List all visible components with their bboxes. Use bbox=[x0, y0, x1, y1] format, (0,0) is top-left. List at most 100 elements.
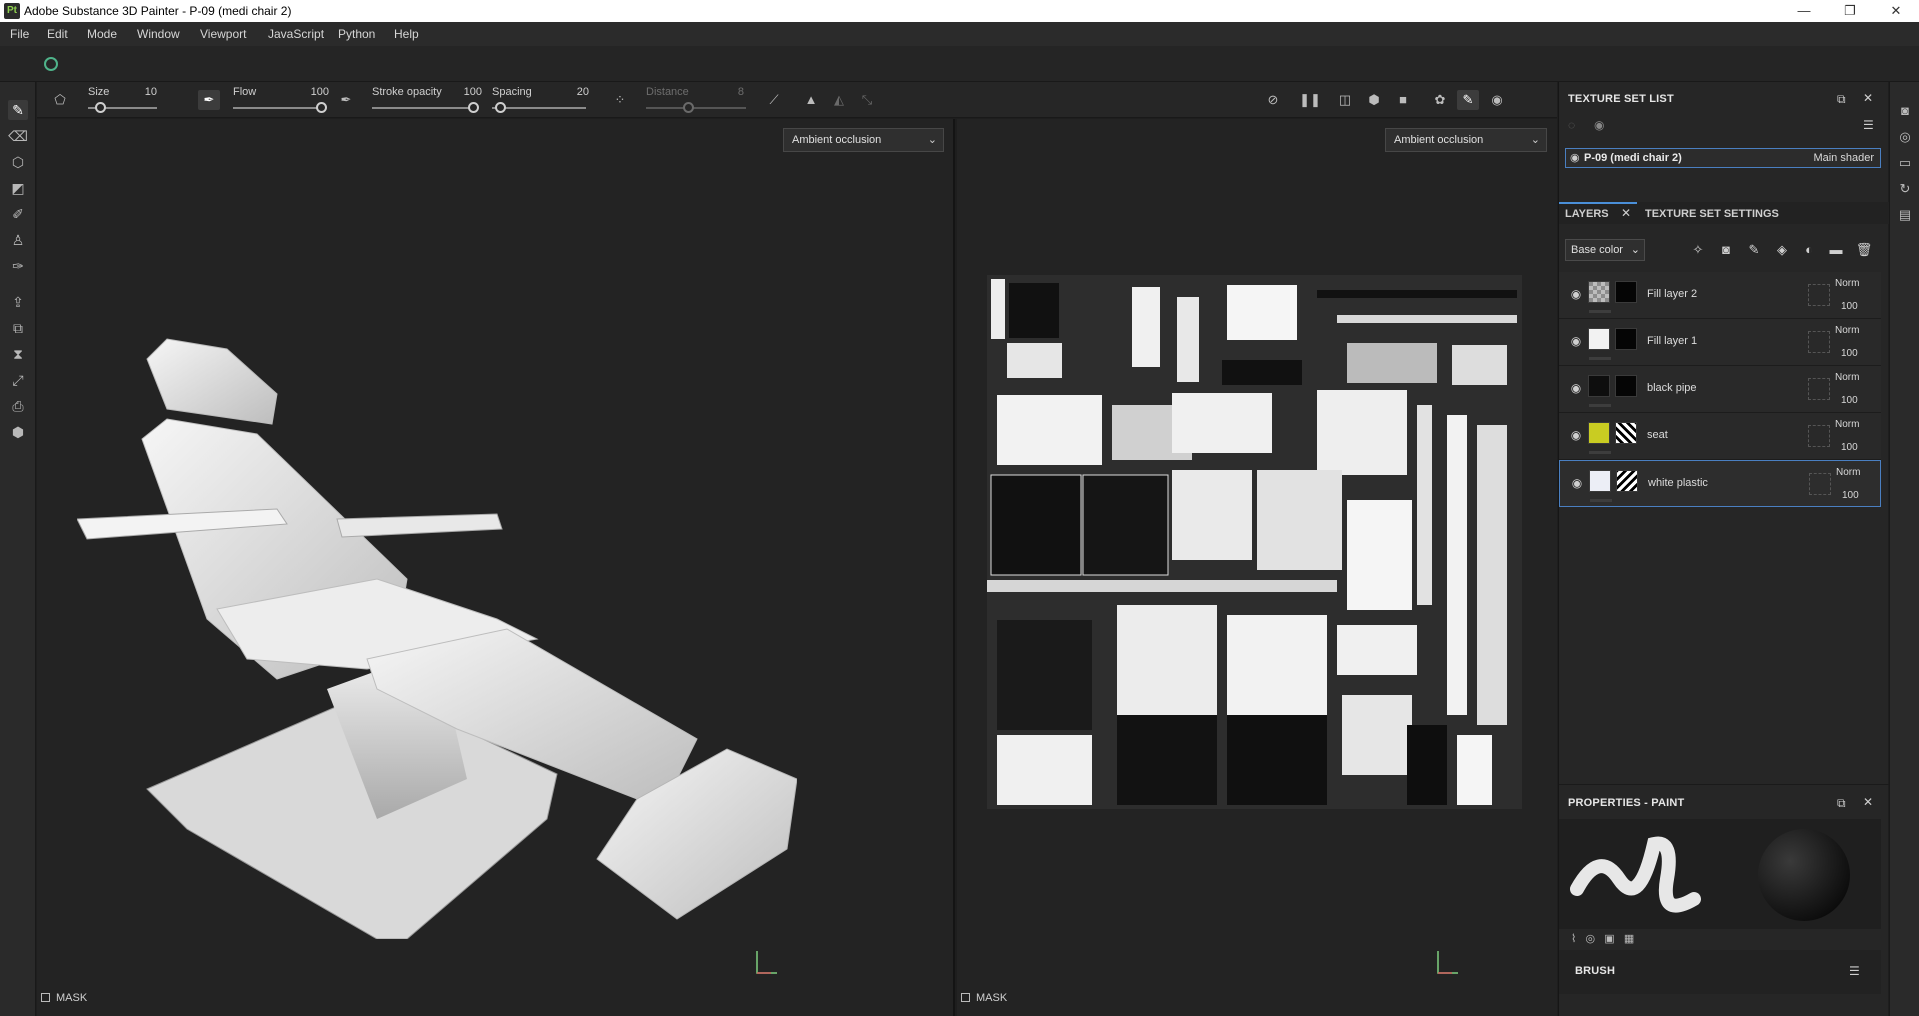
menu-window[interactable]: Window bbox=[137, 27, 180, 41]
add-fill-layer-icon[interactable]: ◈ bbox=[1773, 241, 1791, 259]
bake-icon[interactable]: ⧉ bbox=[8, 318, 28, 338]
add-smart-material-icon[interactable]: ◐ bbox=[1800, 241, 1818, 259]
color-picker-tool-icon[interactable]: ✑ bbox=[8, 256, 28, 276]
viewport-2d[interactable]: Ambient occlusion ⌄ MASK bbox=[957, 119, 1557, 1016]
hide-ui-icon[interactable]: ⊘ bbox=[1262, 90, 1284, 110]
layer-row[interactable]: ◉ Fill layer 2 Norm 100 bbox=[1559, 272, 1881, 319]
layer-row-selected[interactable]: ◉ white plastic Norm 100 bbox=[1559, 460, 1881, 507]
eye-icon[interactable]: ◉ bbox=[1570, 151, 1580, 164]
cube-icon[interactable]: ⬢ bbox=[8, 422, 28, 442]
layer-visibility-eye-icon[interactable]: ◉ bbox=[1569, 334, 1583, 348]
layer-visibility-eye-icon[interactable]: ◉ bbox=[1569, 381, 1583, 395]
layer-row[interactable]: ◉ seat Norm 100 bbox=[1559, 413, 1881, 460]
transform-icon[interactable]: ⤢ bbox=[8, 370, 28, 390]
layer-opacity[interactable]: 100 bbox=[1841, 442, 1858, 453]
symmetry-icon[interactable]: ▲ bbox=[800, 90, 822, 110]
pause-icon[interactable]: ❚❚ bbox=[1299, 90, 1321, 110]
viewport-2d-mask-toggle[interactable]: MASK bbox=[961, 992, 1007, 1004]
stroke-opacity-slider-handle[interactable] bbox=[468, 102, 479, 113]
tab-texture-set-settings[interactable]: TEXTURE SET SETTINGS bbox=[1645, 208, 1779, 220]
layer-blend-mode[interactable]: Norm bbox=[1835, 325, 1859, 336]
layer-mask-slot[interactable] bbox=[1808, 378, 1830, 400]
distance-slider-track[interactable] bbox=[646, 107, 746, 109]
screenshot-icon[interactable]: ⎙ bbox=[8, 396, 28, 416]
layer-opacity[interactable]: 100 bbox=[1841, 301, 1858, 312]
minimize-button[interactable]: — bbox=[1781, 0, 1827, 22]
stroke-opacity-slider-track[interactable] bbox=[372, 107, 473, 109]
viewport-2d-channel-dropdown[interactable]: Ambient occlusion ⌄ bbox=[1385, 128, 1547, 152]
menu-icon[interactable]: ☰ bbox=[1849, 964, 1860, 978]
close-tab-icon[interactable]: ✕ bbox=[1621, 206, 1631, 220]
flow-slider-handle[interactable] bbox=[316, 102, 327, 113]
add-folder-icon[interactable]: ▬ bbox=[1827, 241, 1845, 259]
polygon-fill-tool-icon[interactable]: ◩ bbox=[8, 178, 28, 198]
delete-layer-icon[interactable]: 🗑 bbox=[1855, 241, 1873, 259]
eye-icon[interactable]: ◉ bbox=[1594, 118, 1604, 132]
close-window-button[interactable]: ✕ bbox=[1873, 0, 1919, 22]
texture-set-icon[interactable]: ◙ bbox=[1898, 104, 1912, 118]
menu-viewport[interactable]: Viewport bbox=[200, 27, 246, 41]
add-paint-layer-icon[interactable]: ✎ bbox=[1745, 241, 1763, 259]
layer-blend-mode[interactable]: Norm bbox=[1835, 419, 1859, 430]
hourglass-icon[interactable]: ⧗ bbox=[8, 344, 28, 364]
mask-checkbox[interactable] bbox=[41, 993, 50, 1002]
layer-blend-mode[interactable]: Norm bbox=[1836, 467, 1860, 478]
layer-name[interactable]: Fill layer 1 bbox=[1647, 335, 1697, 347]
size-slider-handle[interactable] bbox=[95, 102, 106, 113]
clone-stamp-tool-icon[interactable]: ♙ bbox=[8, 230, 28, 250]
layer-blend-mode[interactable]: Norm bbox=[1835, 372, 1859, 383]
layer-row[interactable]: ◉ black pipe Norm 100 bbox=[1559, 366, 1881, 413]
flow-slider-track[interactable] bbox=[233, 107, 321, 109]
projection-tool-icon[interactable]: ⬡ bbox=[8, 152, 28, 172]
tab-layers[interactable]: LAYERS bbox=[1565, 208, 1609, 220]
menu-javascript[interactable]: JavaScript bbox=[268, 27, 324, 41]
maximize-button[interactable]: ❐ bbox=[1827, 0, 1873, 22]
paint-mode-icon[interactable]: ✎ bbox=[1457, 90, 1479, 110]
view-3d-icon[interactable]: ⬢ bbox=[1363, 90, 1385, 110]
eraser-tool-icon[interactable]: ⌫ bbox=[8, 126, 28, 146]
chair-3d-model[interactable] bbox=[77, 219, 797, 939]
line-mode-icon[interactable]: ⟋ bbox=[763, 90, 785, 110]
transform-settings-icon[interactable]: ⤡ bbox=[856, 90, 878, 110]
layer-row[interactable]: ◉ Fill layer 1 Norm 100 bbox=[1559, 319, 1881, 366]
layer-visibility-eye-icon[interactable]: ◉ bbox=[1569, 287, 1583, 301]
layer-mask-slot[interactable] bbox=[1808, 425, 1830, 447]
render-icon[interactable]: ✿ bbox=[1429, 90, 1451, 110]
close-panel-icon[interactable]: ✕ bbox=[1863, 91, 1873, 105]
history-icon[interactable]: ↻ bbox=[1898, 182, 1912, 196]
layer-name[interactable]: black pipe bbox=[1647, 382, 1697, 394]
layer-opacity[interactable]: 100 bbox=[1841, 395, 1858, 406]
smudge-tool-icon[interactable]: ✐ bbox=[8, 204, 28, 224]
viewport-3d[interactable]: Ambient occlusion ⌄ MASK bbox=[37, 119, 955, 1016]
viewport-3d-mask-toggle[interactable]: MASK bbox=[41, 992, 87, 1004]
spacing-slider-handle[interactable] bbox=[495, 102, 506, 113]
float-panel-icon[interactable]: ⧉ bbox=[1837, 92, 1846, 107]
layer-channel-dropdown[interactable]: Base color ⌄ bbox=[1565, 239, 1645, 261]
paint-brush-tool-icon[interactable]: ✎ bbox=[8, 100, 28, 120]
snapshot-icon[interactable]: ◉ bbox=[1486, 90, 1508, 110]
distance-slider-handle[interactable] bbox=[683, 102, 694, 113]
float-panel-icon[interactable]: ⧉ bbox=[1837, 796, 1846, 811]
layer-blend-mode[interactable]: Norm bbox=[1835, 278, 1859, 289]
layer-mask-slot[interactable] bbox=[1809, 473, 1831, 495]
spacing-slider-track[interactable] bbox=[492, 107, 586, 109]
viewport-3d-channel-dropdown[interactable]: Ambient occlusion ⌄ bbox=[783, 128, 944, 152]
layer-opacity[interactable]: 100 bbox=[1842, 490, 1859, 501]
export-icon[interactable]: ⇪ bbox=[8, 292, 28, 312]
layer-visibility-eye-icon[interactable]: ◉ bbox=[1569, 428, 1583, 442]
layer-visibility-eye-icon[interactable]: ◉ bbox=[1570, 476, 1584, 490]
layer-opacity[interactable]: 100 bbox=[1841, 348, 1858, 359]
layer-mask-slot[interactable] bbox=[1808, 284, 1830, 306]
mask-checkbox[interactable] bbox=[961, 993, 970, 1002]
brush-property-icons[interactable]: ⌇ ◎ ▣ ▦ bbox=[1571, 932, 1671, 946]
texture-set-row[interactable]: ◉ P-09 (medi chair 2) Main shader bbox=[1565, 148, 1881, 168]
view-split-icon[interactable]: ◫ bbox=[1334, 90, 1356, 110]
log-icon[interactable]: ▤ bbox=[1898, 208, 1912, 222]
menu-icon[interactable]: ☰ bbox=[1863, 118, 1874, 132]
menu-edit[interactable]: Edit bbox=[47, 27, 68, 41]
menu-file[interactable]: File bbox=[10, 27, 29, 41]
display-settings-icon[interactable]: ◎ bbox=[1898, 130, 1912, 144]
layer-mask-slot[interactable] bbox=[1808, 331, 1830, 353]
menu-help[interactable]: Help bbox=[394, 27, 419, 41]
flow-pressure-icon[interactable]: ✒ bbox=[335, 90, 357, 110]
